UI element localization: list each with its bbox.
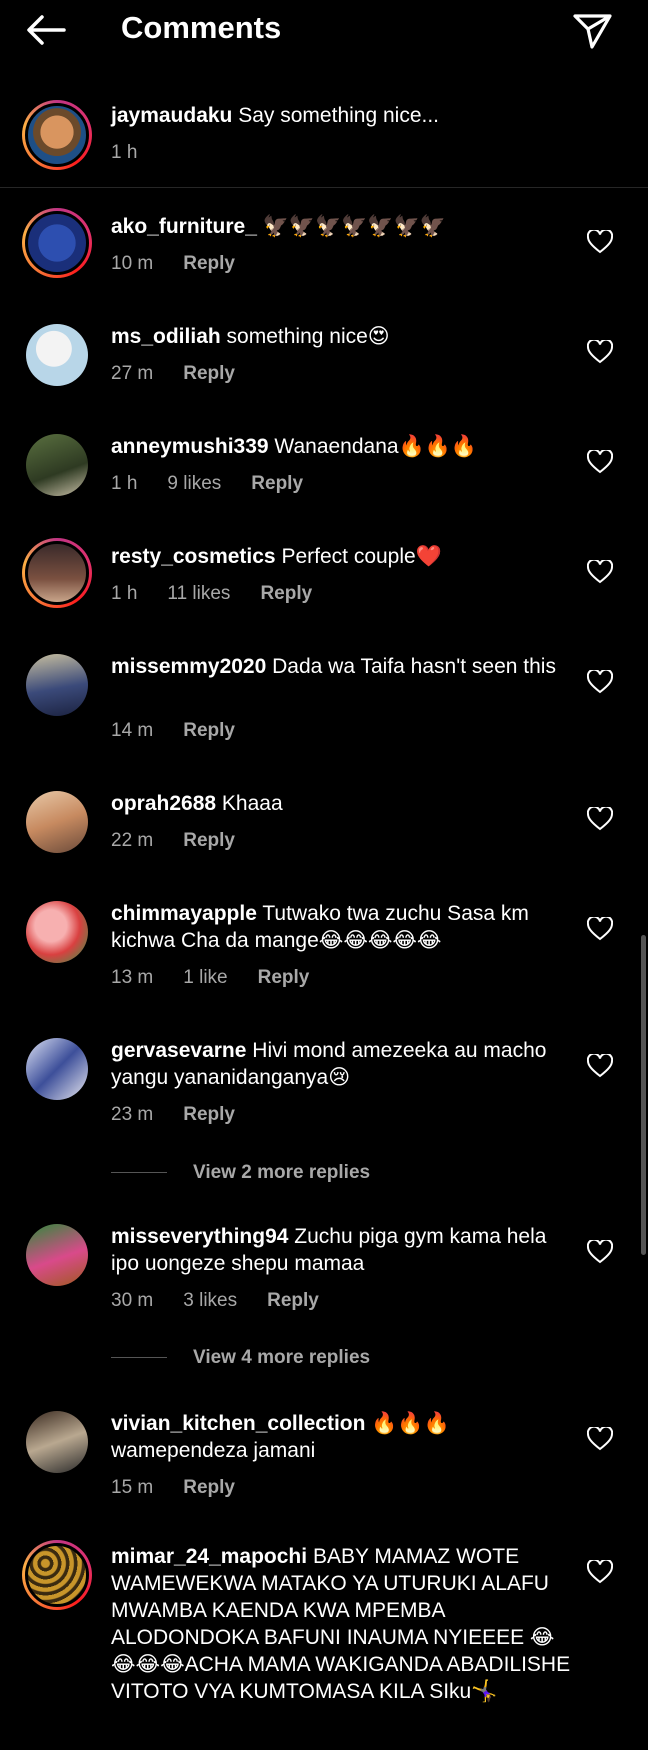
comment-text: Khaaa	[221, 792, 283, 815]
comment-username[interactable]: oprah2688	[111, 792, 216, 815]
avatar[interactable]	[26, 1224, 88, 1286]
comment-username[interactable]: missemmy2020	[111, 655, 266, 678]
comment-text: Dada wa Taifa hasn't seen this	[272, 655, 556, 678]
reply-button[interactable]: Reply	[260, 583, 312, 604]
comment-time: 13 m	[111, 967, 154, 988]
caption-username[interactable]: jaymaudaku	[111, 104, 232, 127]
comment-username[interactable]: vivian_kitchen_collection	[111, 1412, 365, 1435]
avatar[interactable]	[22, 538, 92, 608]
caption-text: Say something nice...	[238, 104, 440, 127]
avatar[interactable]	[26, 654, 88, 716]
view-more-replies[interactable]: View 2 more replies	[111, 1162, 370, 1184]
like-count[interactable]: 9 likes	[167, 473, 221, 494]
heart-icon[interactable]	[587, 1054, 613, 1078]
reply-button[interactable]: Reply	[251, 473, 303, 494]
heart-icon[interactable]	[587, 670, 613, 694]
heart-icon[interactable]	[587, 230, 613, 254]
heart-icon[interactable]	[587, 560, 613, 584]
avatar[interactable]	[26, 324, 88, 386]
reply-button[interactable]: Reply	[183, 1104, 235, 1125]
comment-text: BABY MAMAZ WOTE WAMEWEKWA MATAKO YA UTUR…	[111, 1545, 571, 1703]
comment-username[interactable]: gervasevarne	[111, 1039, 246, 1062]
comment-username[interactable]: chimmayapple	[111, 902, 257, 925]
comment-time: 1 h	[111, 583, 138, 604]
comment-time: 14 m	[111, 720, 154, 741]
like-count[interactable]: 11 likes	[167, 583, 230, 604]
send-icon[interactable]	[570, 10, 614, 50]
heart-icon[interactable]	[587, 1427, 613, 1451]
heart-icon[interactable]	[587, 450, 613, 474]
comment-username[interactable]: mimar_24_mapochi	[111, 1545, 307, 1568]
comment-time: 10 m	[111, 253, 154, 274]
comment-text: 🦅🦅🦅🦅🦅🦅🦅	[262, 215, 446, 238]
reply-button[interactable]: Reply	[183, 363, 235, 384]
avatar[interactable]	[26, 791, 88, 853]
comment-time: 27 m	[111, 363, 154, 384]
heart-icon[interactable]	[587, 1560, 613, 1584]
avatar[interactable]	[22, 208, 92, 278]
comment-time: 22 m	[111, 830, 154, 851]
avatar[interactable]	[26, 434, 88, 496]
comment-text: Perfect couple❤️	[281, 545, 442, 568]
back-arrow-icon[interactable]	[24, 12, 68, 48]
comment-username[interactable]: misseverything94	[111, 1225, 288, 1248]
comment-time: 30 m	[111, 1290, 154, 1311]
comment-text: something nice😍	[226, 325, 390, 348]
reply-button[interactable]: Reply	[267, 1290, 319, 1311]
comment-time: 1 h	[111, 473, 138, 494]
page-title: Comments	[121, 10, 282, 45]
avatar[interactable]	[22, 1540, 92, 1610]
like-count[interactable]: 1 like	[183, 967, 227, 988]
reply-button[interactable]: Reply	[183, 830, 235, 851]
heart-icon[interactable]	[587, 917, 613, 941]
comment-time: 15 m	[111, 1477, 154, 1498]
comment-username[interactable]: ms_odiliah	[111, 325, 221, 348]
comment-username[interactable]: resty_cosmetics	[111, 545, 276, 568]
avatar[interactable]	[22, 100, 92, 170]
post-caption: jaymaudaku Say something nice... 1 h	[0, 80, 648, 188]
comment-time: 23 m	[111, 1104, 154, 1125]
caption-time: 1 h	[111, 142, 138, 163]
avatar[interactable]	[26, 1411, 88, 1473]
divider-line	[111, 1357, 167, 1359]
reply-button[interactable]: Reply	[183, 253, 235, 274]
divider-line	[111, 1172, 167, 1174]
like-count[interactable]: 3 likes	[183, 1290, 237, 1311]
comment-username[interactable]: ako_furniture_	[111, 215, 257, 238]
header-bar: Comments	[0, 0, 648, 64]
heart-icon[interactable]	[587, 1240, 613, 1264]
reply-button[interactable]: Reply	[183, 1477, 235, 1498]
heart-icon[interactable]	[587, 340, 613, 364]
reply-button[interactable]: Reply	[258, 967, 310, 988]
reply-button[interactable]: Reply	[183, 720, 235, 741]
avatar[interactable]	[26, 901, 88, 963]
comment-text: Wanaendana🔥🔥🔥	[274, 435, 478, 458]
comment-username[interactable]: anneymushi339	[111, 435, 269, 458]
avatar[interactable]	[26, 1038, 88, 1100]
scrollbar[interactable]	[641, 935, 646, 1255]
heart-icon[interactable]	[587, 807, 613, 831]
view-more-replies[interactable]: View 4 more replies	[111, 1347, 370, 1369]
